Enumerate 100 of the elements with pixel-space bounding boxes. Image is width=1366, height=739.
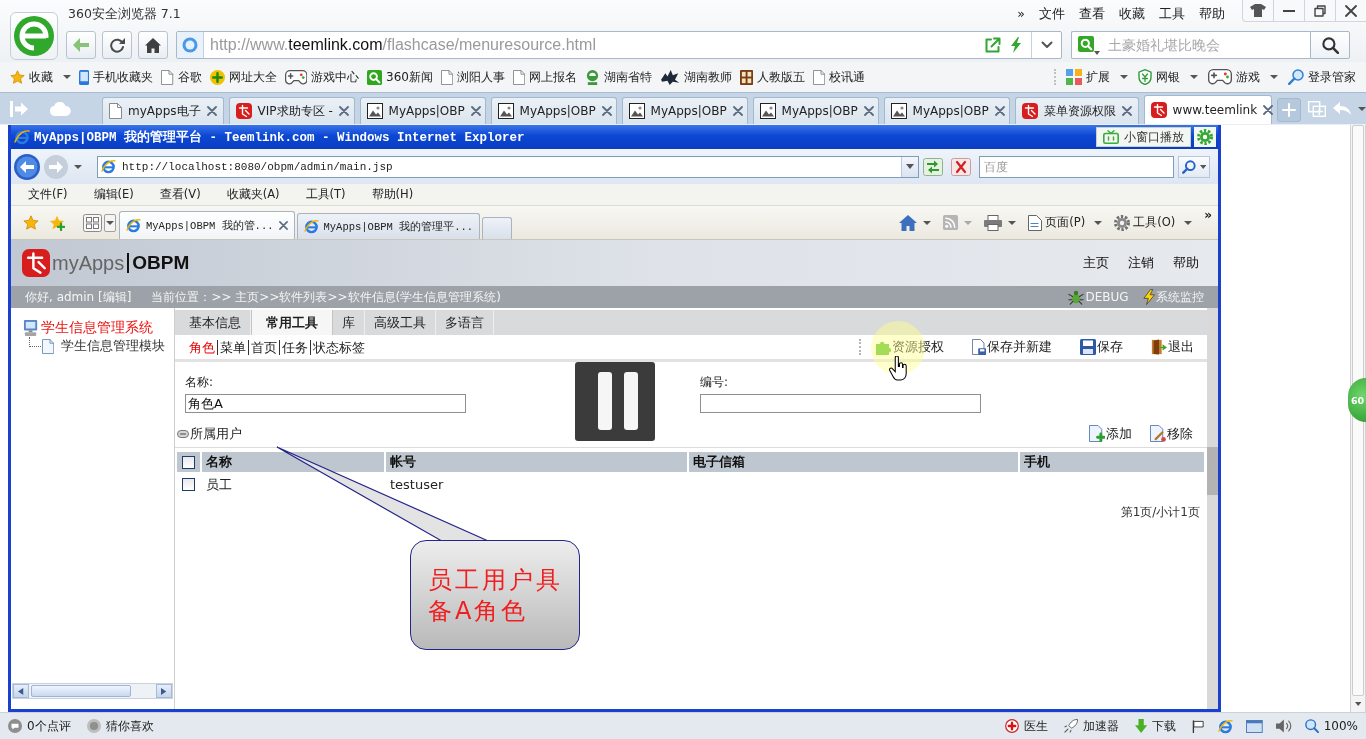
bookmark-item[interactable]: 收藏	[10, 68, 71, 86]
stop-button[interactable]	[951, 157, 971, 176]
feeds-button[interactable]	[943, 215, 973, 230]
bookmark-item[interactable]: 网址大全	[209, 68, 277, 86]
close-icon[interactable]	[278, 221, 288, 230]
scrollbar-thumb[interactable]	[1352, 125, 1364, 696]
toolbar-button[interactable]: 网银	[1138, 68, 1198, 86]
toolbar-button[interactable]: 添加	[1088, 424, 1132, 443]
bookmark-item[interactable]: 360新闻	[367, 68, 433, 86]
text-field[interactable]: 角色A	[185, 394, 466, 413]
toolbar-button[interactable]: 保存	[1080, 338, 1123, 356]
print-button[interactable]	[984, 214, 1017, 231]
menu-item[interactable]: 工具	[1152, 6, 1192, 23]
collapse-icon[interactable]	[177, 429, 189, 438]
add-favorite-button[interactable]	[49, 214, 65, 231]
checkbox[interactable]	[182, 455, 195, 469]
close-icon[interactable]	[863, 106, 874, 116]
sub-tab[interactable]: 菜单	[217, 339, 248, 355]
toolbar-button[interactable]: 扩展	[1066, 68, 1128, 86]
menu-item[interactable]: 查看	[1072, 6, 1112, 23]
bookmark-item[interactable]: 湖南教师	[660, 68, 732, 86]
toolbar-button[interactable]: 游戏	[1208, 68, 1278, 86]
close-icon[interactable]	[994, 106, 1005, 116]
tree-item[interactable]: 学生信息管理系统	[23, 319, 154, 337]
status-item[interactable]: 0个点评	[8, 717, 71, 735]
menu-item[interactable]: 编辑(E)	[85, 187, 142, 202]
menu-item[interactable]: 收藏夹(A)	[218, 187, 288, 202]
sub-tab[interactable]: 任务	[279, 339, 310, 355]
quick-tabs-button[interactable]	[83, 213, 102, 232]
lightning-icon[interactable]	[1011, 37, 1021, 53]
tree-item[interactable]: 学生信息管理模块	[42, 337, 166, 355]
sub-tab[interactable]: 首页	[248, 339, 279, 355]
close-button[interactable]	[1335, 0, 1366, 22]
mini-window-button[interactable]: 小窗口播放	[1096, 127, 1191, 147]
bookmark-item[interactable]: 校讯通	[812, 68, 865, 86]
browser-tab[interactable]: www.teemlink	[1143, 95, 1272, 124]
column-header[interactable]: 名称	[202, 452, 384, 472]
address-field[interactable]: http://www.teemlink.com/flashcase/menuresource.html	[176, 31, 1062, 59]
command-button[interactable]: 工具(O)	[1114, 214, 1193, 231]
search-field[interactable]: 百度	[979, 155, 1174, 178]
close-icon[interactable]	[1263, 105, 1274, 115]
home-button[interactable]	[138, 31, 168, 59]
search-field[interactable]: 土豪婚礼堪比晚会	[1071, 31, 1310, 59]
status-item[interactable]: 加速器	[1064, 717, 1119, 735]
browser-tab[interactable]: MyApps|OBPM 我的管...	[119, 211, 295, 239]
window-icon[interactable]	[1246, 719, 1263, 733]
sub-tab[interactable]: 角色	[187, 339, 217, 355]
flag-icon[interactable]	[1192, 719, 1206, 733]
scrollbar-thumb[interactable]	[31, 685, 131, 697]
status-item[interactable]: 下载	[1135, 717, 1177, 735]
checkbox[interactable]	[182, 478, 195, 491]
menu-item[interactable]: 文件	[1032, 6, 1072, 23]
vertical-scrollbar[interactable]	[1207, 308, 1218, 709]
dropdown-button[interactable]	[901, 156, 918, 177]
search-button[interactable]	[1310, 31, 1350, 59]
zoom-button[interactable]: 100%	[1304, 719, 1358, 733]
bookmark-item[interactable]: 手机收藏夹	[79, 68, 154, 86]
browser-tab[interactable]: myApps电子	[102, 97, 224, 124]
browser-tab[interactable]: VIP求助专区 -	[228, 97, 355, 124]
text-field[interactable]	[700, 394, 981, 413]
tab[interactable]: 常用工具	[251, 310, 333, 335]
menu-item[interactable]: 帮助	[1192, 6, 1232, 23]
close-icon[interactable]	[206, 106, 217, 116]
browser-tab[interactable]: 菜单资源权限	[1014, 97, 1139, 124]
browser-tab[interactable]: MyApps|OBP	[883, 97, 1010, 124]
close-icon[interactable]	[338, 106, 349, 116]
bookmark-item[interactable]: 网上报名	[513, 68, 578, 86]
search-engine-icon[interactable]	[1078, 36, 1100, 55]
menu-item[interactable]: 收藏	[1112, 6, 1152, 23]
status-item[interactable]: 医生	[1005, 717, 1048, 735]
back-button[interactable]	[14, 153, 40, 180]
scrollbar-thumb[interactable]	[1207, 447, 1218, 495]
column-header[interactable]: 帐号	[386, 452, 687, 472]
browser-logo-button[interactable]	[10, 12, 58, 60]
bookmark-item[interactable]: 湖南省特	[585, 68, 653, 86]
browser-tab[interactable]: MyApps|OBP	[490, 97, 617, 124]
settings-button[interactable]	[1194, 127, 1216, 147]
pause-icon[interactable]	[575, 362, 655, 441]
browser-tab[interactable]: MyApps|OBP	[359, 97, 486, 124]
command-button[interactable]: 页面(P)	[1028, 214, 1103, 231]
close-icon[interactable]	[601, 106, 612, 116]
browser-tab[interactable]: MyApps|OBP	[752, 97, 879, 124]
toolbar-button[interactable]: 登录管家	[1288, 68, 1356, 86]
nav-link[interactable]: 注销	[1128, 254, 1154, 272]
browser-tab[interactable]: MyApps|OBPM 我的管理平...	[296, 213, 481, 239]
speaker-icon[interactable]	[1275, 719, 1292, 733]
close-icon[interactable]	[470, 106, 481, 116]
column-header[interactable]: 电子信箱	[689, 452, 1018, 472]
bookmark-item[interactable]: 谷歌	[161, 68, 202, 86]
bookmark-item[interactable]: 游戏中心	[284, 68, 359, 86]
browser-logo-icon[interactable]	[1218, 718, 1234, 734]
address-field[interactable]: http://localhost:8080/obpm/admin/main.jsp	[97, 155, 919, 178]
scroll-right-button[interactable]	[156, 684, 172, 698]
toolbar-button[interactable]: 退出	[1151, 338, 1194, 356]
menu-item[interactable]: 文件(F)	[20, 187, 76, 202]
menu-item[interactable]: 工具(T)	[297, 187, 354, 202]
minimize-button[interactable]	[1273, 0, 1304, 22]
share-icon[interactable]	[985, 37, 1001, 53]
menu-more-button[interactable]: »	[1010, 6, 1032, 21]
scroll-left-button[interactable]	[13, 684, 29, 698]
